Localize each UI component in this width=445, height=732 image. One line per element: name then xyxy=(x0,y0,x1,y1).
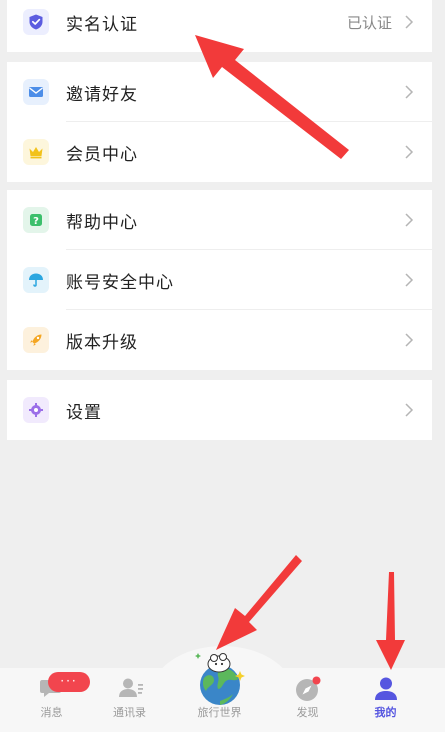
arrow-to-mine-tab xyxy=(376,572,405,670)
arrow-to-travel-world xyxy=(216,555,302,650)
profile-page: 实名认证 已认证 邀请好友 会员中心 ? 帮助中心 账号安全中心 版本升级 设置… xyxy=(0,0,445,732)
arrow-to-realname xyxy=(195,35,349,159)
annotation-arrows xyxy=(195,35,405,670)
